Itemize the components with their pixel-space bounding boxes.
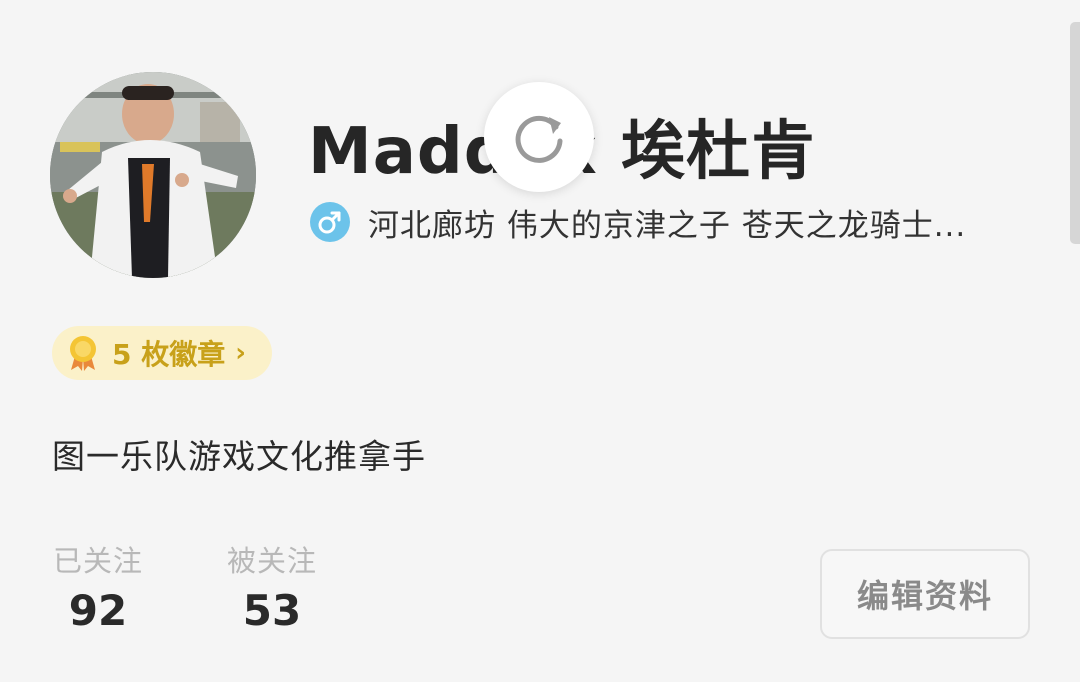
bio-row: 河北廊坊 伟大的京津之子 苍天之龙骑士...: [310, 200, 1050, 244]
location-bio: 河北廊坊 伟大的京津之子 苍天之龙骑士...: [368, 207, 967, 244]
avatar-image: [50, 72, 256, 278]
following-label: 已关注: [52, 544, 143, 578]
followers-label: 被关注: [226, 544, 317, 578]
badges-button[interactable]: 5 枚徽章 ›: [52, 326, 272, 380]
scrollbar[interactable]: [1070, 22, 1080, 244]
badges-count-label: 5 枚徽章: [112, 338, 226, 371]
avatar[interactable]: [50, 72, 256, 278]
followers-stat[interactable]: 被关注 53: [226, 538, 318, 635]
profile-signature: 图一乐队游戏文化推拿手: [52, 437, 426, 476]
following-count: 92: [68, 586, 128, 635]
chevron-right-icon: ›: [235, 338, 246, 368]
edit-profile-button[interactable]: 编辑资料: [820, 549, 1030, 639]
refresh-icon: [484, 82, 594, 192]
male-symbol-icon: [310, 202, 350, 242]
medal-icon: [70, 336, 96, 371]
followers-count: 53: [242, 586, 302, 635]
following-stat[interactable]: 已关注 92: [52, 538, 144, 635]
